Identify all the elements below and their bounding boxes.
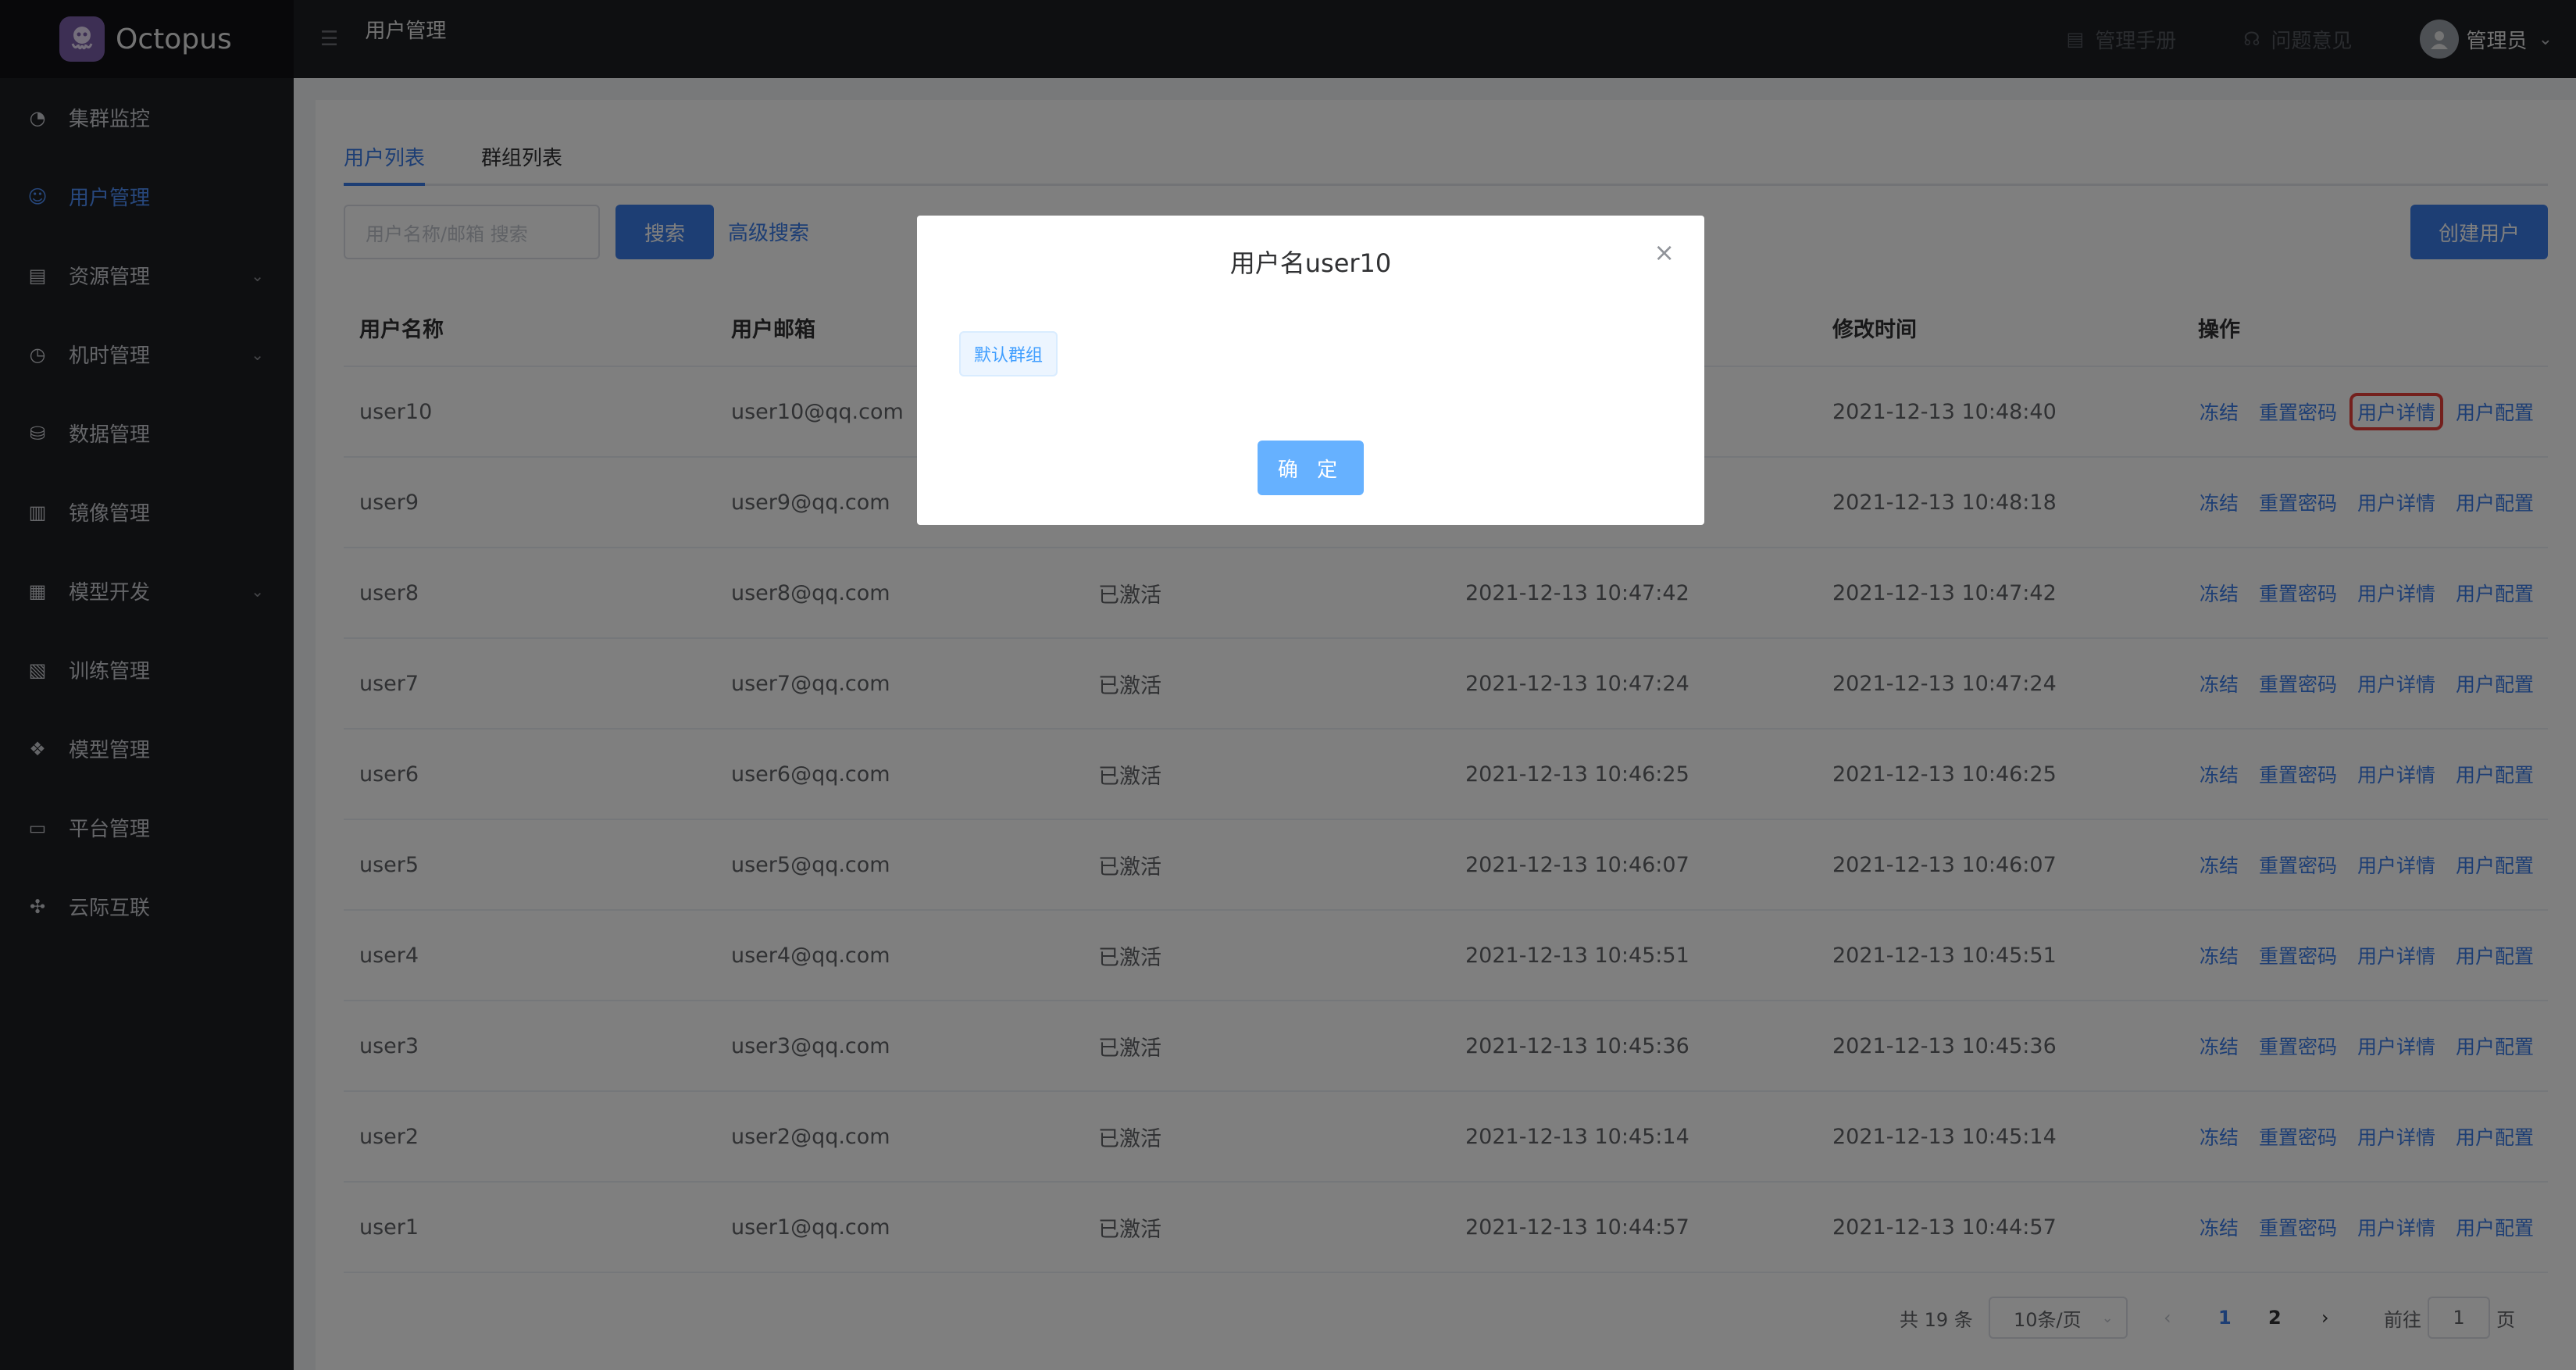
modal-overlay[interactable] [0, 0, 2576, 1370]
user-detail-dialog: 用户名user10 × 默认群组 确 定 [917, 216, 1704, 525]
group-tag: 默认群组 [959, 331, 1058, 376]
confirm-button[interactable]: 确 定 [1258, 441, 1364, 495]
close-icon[interactable]: × [1654, 237, 1675, 267]
dialog-title: 用户名user10 [1229, 248, 1392, 278]
